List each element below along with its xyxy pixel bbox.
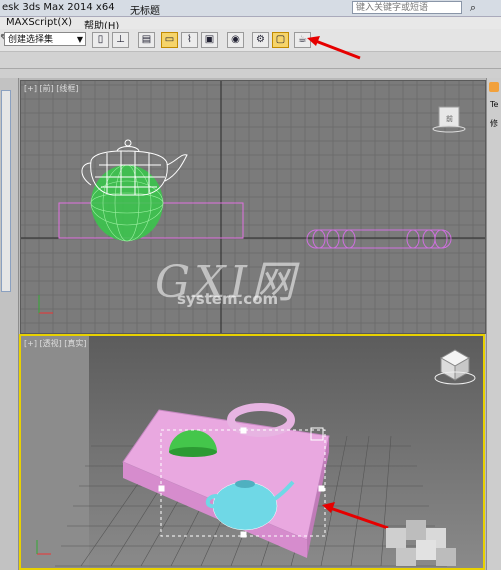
selection-set-value: 创建选择集 [8, 35, 54, 45]
command-panel-tab-1[interactable]: Te [490, 100, 498, 109]
viewport-front[interactable]: [+] [前] [线框] 前 [20, 80, 486, 334]
material-editor-icon[interactable]: ◉ [227, 32, 244, 48]
selection-set-dropdown[interactable]: 创建选择集 ▼ [4, 32, 86, 46]
front-scene [38, 106, 466, 314]
title-bar: esk 3ds Max 2014 x64 无标题 键入关键字或短语 ⌕ [0, 0, 501, 17]
ribbon-strip [0, 52, 501, 69]
align-icon[interactable]: ⊥ [112, 32, 129, 48]
search-placeholder: 键入关键字或短语 [356, 3, 429, 13]
ribbon-strip-lower [0, 69, 501, 78]
mirror-icon[interactable]: ▯ [92, 32, 109, 48]
chevron-down-icon: ▼ [76, 35, 83, 44]
schematic-view-icon[interactable]: ▣ [201, 32, 218, 48]
search-input[interactable]: 键入关键字或短语 [352, 1, 462, 14]
command-panel-tab-2[interactable]: 修 [490, 118, 498, 129]
viewport-perspective-label[interactable]: [+] [透视] [真实] [24, 338, 87, 349]
app-title: esk 3ds Max 2014 x64 [2, 2, 115, 13]
menu-bar: MAXScript(X) 帮助(H) [0, 17, 501, 32]
document-title: 无标题 [130, 6, 160, 17]
axis-tripod [38, 295, 53, 314]
sphere-wireframe[interactable] [90, 164, 164, 242]
left-scene-explorer[interactable] [1, 90, 11, 292]
graphite-ribbon-icon[interactable]: ▭ [161, 32, 178, 48]
perspective-scene [21, 336, 483, 568]
menu-item-maxscript[interactable]: MAXScript(X) [6, 17, 72, 28]
render-setup-icon[interactable]: ⚙ [252, 32, 269, 48]
viewport-perspective[interactable]: [+] [透视] [真实] [19, 334, 485, 570]
main-toolbar: ✎ 创建选择集 ▼ ▯ ⊥ ▤ ▭ ⌇ ▣ ◉ ⚙ ▢ ☕ [0, 29, 501, 52]
viewcube-front-label: 前 [446, 115, 453, 123]
create-tab-icon[interactable] [489, 82, 499, 92]
torus-wireframe[interactable] [306, 229, 452, 249]
command-panel: Te 修 [486, 78, 501, 570]
binoculars-icon[interactable]: ⌕ [466, 1, 480, 15]
curve-editor-icon[interactable]: ⌇ [181, 32, 198, 48]
layer-manager-icon[interactable]: ▤ [138, 32, 155, 48]
rendered-frame-icon[interactable]: ▢ [272, 32, 289, 48]
render-production-icon[interactable]: ☕ [294, 32, 311, 48]
